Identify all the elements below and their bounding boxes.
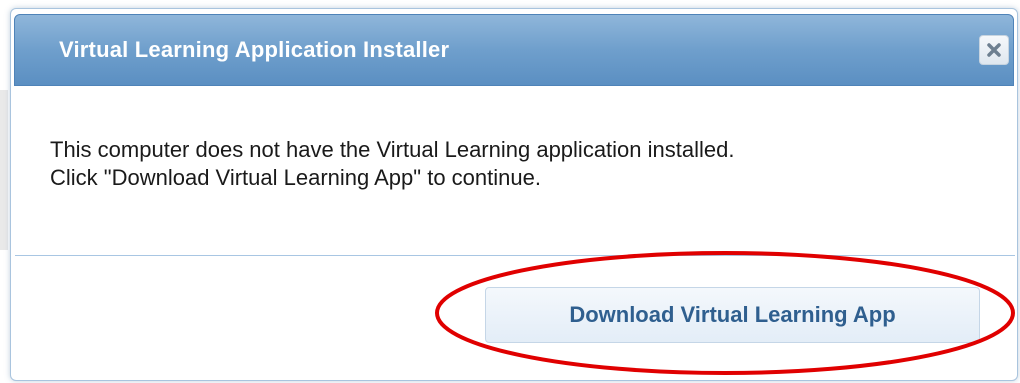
page: Virtual Learning Application Installer T… xyxy=(0,0,1020,383)
background-strip xyxy=(0,90,8,250)
dialog-divider xyxy=(15,255,1015,256)
download-app-button[interactable]: Download Virtual Learning App xyxy=(485,287,980,343)
dialog-title: Virtual Learning Application Installer xyxy=(59,37,450,62)
dialog-message: This computer does not have the Virtual … xyxy=(50,136,990,192)
message-line-1: This computer does not have the Virtual … xyxy=(50,137,735,162)
message-line-2: Click "Download Virtual Learning App" to… xyxy=(50,165,541,190)
close-x-icon xyxy=(987,43,1001,57)
dialog-titlebar: Virtual Learning Application Installer xyxy=(14,14,1014,86)
close-button[interactable] xyxy=(979,35,1009,65)
